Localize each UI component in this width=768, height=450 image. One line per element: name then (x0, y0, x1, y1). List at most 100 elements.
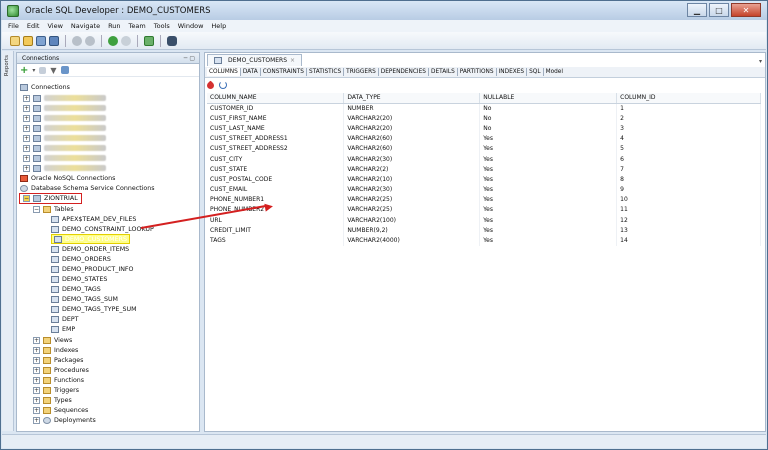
table-node[interactable]: DEMO_TAGS_TYPE_SUM (51, 304, 137, 314)
expand-icon[interactable]: + (23, 94, 30, 102)
expand-icon[interactable]: + (23, 144, 30, 152)
tree-node-blurred[interactable]: + (23, 113, 106, 123)
expand-icon[interactable]: + (33, 366, 40, 374)
table-row[interactable]: CREDIT_LIMIT NUMBER(9,2) Yes 13 (207, 225, 761, 236)
cell-column-name[interactable]: CUST_POSTAL_CODE (207, 174, 345, 185)
column-header[interactable]: NULLABLE (479, 93, 618, 104)
pin-icon[interactable] (205, 80, 216, 90)
cell-column-id[interactable]: 13 (616, 225, 761, 236)
cell-data-type[interactable]: VARCHAR2(20) (343, 123, 481, 134)
cell-column-name[interactable]: URL (207, 215, 345, 226)
cell-column-name[interactable]: CUST_CITY (207, 153, 345, 165)
cell-nullable[interactable]: Yes (479, 204, 618, 216)
subtab-partitions[interactable]: PARTITIONS (458, 68, 497, 76)
cell-nullable[interactable]: Yes (479, 225, 618, 236)
tree-node-blurred[interactable]: + (23, 163, 106, 173)
reports-tab[interactable]: Reports (4, 55, 12, 76)
table-node[interactable]: DEMO_TAGS (51, 284, 101, 294)
cell-data-type[interactable]: VARCHAR2(20) (343, 113, 481, 124)
tree-node-sequences[interactable]: + Sequences (33, 405, 88, 415)
subtab-sql[interactable]: SQL (527, 68, 544, 76)
save-all-icon[interactable] (49, 35, 59, 46)
table-node[interactable]: DEMO_STATES (51, 274, 107, 284)
cell-column-name[interactable]: CREDIT_LIMIT (207, 225, 345, 236)
tree-node-blurred[interactable]: + (23, 143, 106, 153)
expand-icon[interactable]: + (23, 154, 30, 162)
add-connection-icon[interactable]: + (20, 65, 28, 76)
cell-column-name[interactable]: CUST_LAST_NAME (207, 123, 345, 134)
expand-icon[interactable]: + (33, 376, 40, 384)
cell-column-id[interactable]: 12 (616, 215, 761, 226)
cell-column-name[interactable]: CUST_STREET_ADDRESS2 (207, 143, 345, 154)
cell-column-name[interactable]: CUST_FIRST_NAME (207, 113, 345, 124)
table-node[interactable]: DEMO_ORDERS (51, 254, 111, 264)
cell-data-type[interactable]: VARCHAR2(4000) (343, 235, 481, 246)
table-node[interactable]: DEMO_TAGS_SUM (51, 294, 118, 304)
cell-nullable[interactable]: Yes (479, 184, 618, 195)
expand-icon[interactable]: + (23, 134, 30, 142)
filter-icon[interactable]: ▼ (50, 66, 56, 75)
table-node[interactable]: DEMO_PRODUCT_INFO (51, 264, 134, 274)
cell-data-type[interactable]: VARCHAR2(25) (343, 204, 481, 216)
table-row[interactable]: CUST_FIRST_NAME VARCHAR2(20) No 2 (207, 113, 761, 124)
cell-data-type[interactable]: VARCHAR2(100) (343, 215, 481, 226)
table-node[interactable]: APEX$TEAM_DEV_FILES (51, 214, 136, 224)
expand-icon[interactable]: + (33, 336, 40, 344)
subtab-columns[interactable]: COLUMNS (207, 68, 241, 76)
subtab-constraints[interactable]: CONSTRAINTS (261, 68, 307, 76)
cell-nullable[interactable]: No (479, 123, 618, 134)
tree-node-tables[interactable]: − Tables (33, 204, 74, 214)
cell-data-type[interactable]: VARCHAR2(30) (343, 184, 481, 195)
menu-window[interactable]: Window (178, 22, 204, 30)
subtab-model[interactable]: Model (544, 68, 565, 76)
tree-node-schema-service[interactable]: Database Schema Service Connections (20, 183, 155, 193)
tree-node-triggers[interactable]: + Triggers (33, 385, 79, 395)
tree-node-deployments[interactable]: + Deployments (33, 415, 96, 425)
redo-icon[interactable] (85, 35, 95, 46)
minimize-button[interactable]: ▁ (687, 3, 707, 17)
cell-data-type[interactable]: VARCHAR2(2) (343, 164, 481, 175)
binoculars-icon[interactable] (167, 35, 177, 46)
expand-icon[interactable]: + (23, 114, 30, 122)
schema-browser-icon[interactable] (60, 66, 69, 74)
expand-icon[interactable]: + (33, 406, 40, 414)
tree-node-blurred[interactable]: + (23, 153, 106, 163)
menu-team[interactable]: Team (129, 22, 146, 30)
cell-nullable[interactable]: Yes (479, 143, 618, 154)
cell-nullable[interactable]: Yes (479, 164, 618, 175)
cell-nullable[interactable]: Yes (479, 133, 618, 144)
cell-column-name[interactable]: CUST_STREET_ADDRESS1 (207, 133, 345, 144)
column-header[interactable]: COLUMN_ID (616, 93, 761, 104)
tree-node-blurred[interactable]: + (23, 123, 106, 133)
table-row[interactable]: CUST_POSTAL_CODE VARCHAR2(10) Yes 8 (207, 174, 761, 185)
menu-help[interactable]: Help (211, 22, 226, 30)
table-node[interactable]: DEMO_CONSTRAINT_LOOKUP (51, 224, 154, 234)
table-node[interactable]: DEPT (51, 314, 78, 324)
tree-node-nosql[interactable]: Oracle NoSQL Connections (20, 173, 115, 183)
subtab-indexes[interactable]: INDEXES (497, 68, 528, 76)
cell-data-type[interactable]: NUMBER (343, 103, 481, 114)
cell-column-id[interactable]: 6 (616, 153, 761, 165)
subtab-triggers[interactable]: TRIGGERS (344, 68, 379, 76)
table-row[interactable]: CUST_LAST_NAME VARCHAR2(20) No 3 (207, 123, 761, 134)
subtab-dependencies[interactable]: DEPENDENCIES (379, 68, 429, 76)
cell-column-name[interactable]: PHONE_NUMBER1 (207, 194, 345, 205)
expand-icon[interactable]: + (33, 356, 40, 364)
cell-nullable[interactable]: Yes (479, 153, 618, 165)
expand-icon[interactable]: + (23, 164, 30, 172)
panel-controls[interactable]: ─ ▢ (184, 55, 195, 62)
tree-node-blurred[interactable]: + (23, 93, 106, 103)
menu-edit[interactable]: Edit (27, 22, 40, 30)
cell-column-name[interactable]: CUST_STATE (207, 164, 345, 175)
subtab-statistics[interactable]: STATISTICS (307, 68, 345, 76)
menu-tools[interactable]: Tools (154, 22, 170, 30)
table-row[interactable]: TAGS VARCHAR2(4000) Yes 14 (207, 235, 761, 246)
cell-data-type[interactable]: VARCHAR2(60) (343, 143, 481, 154)
cell-data-type[interactable]: VARCHAR2(10) (343, 174, 481, 185)
expand-icon[interactable]: + (33, 396, 40, 404)
cell-column-name[interactable]: CUST_EMAIL (207, 184, 345, 195)
cell-data-type[interactable]: VARCHAR2(60) (343, 133, 481, 144)
table-row[interactable]: CUST_STREET_ADDRESS2 VARCHAR2(60) Yes 5 (207, 143, 761, 154)
close-button[interactable]: ✕ (731, 3, 761, 17)
subtab-data[interactable]: DATA (241, 68, 261, 76)
